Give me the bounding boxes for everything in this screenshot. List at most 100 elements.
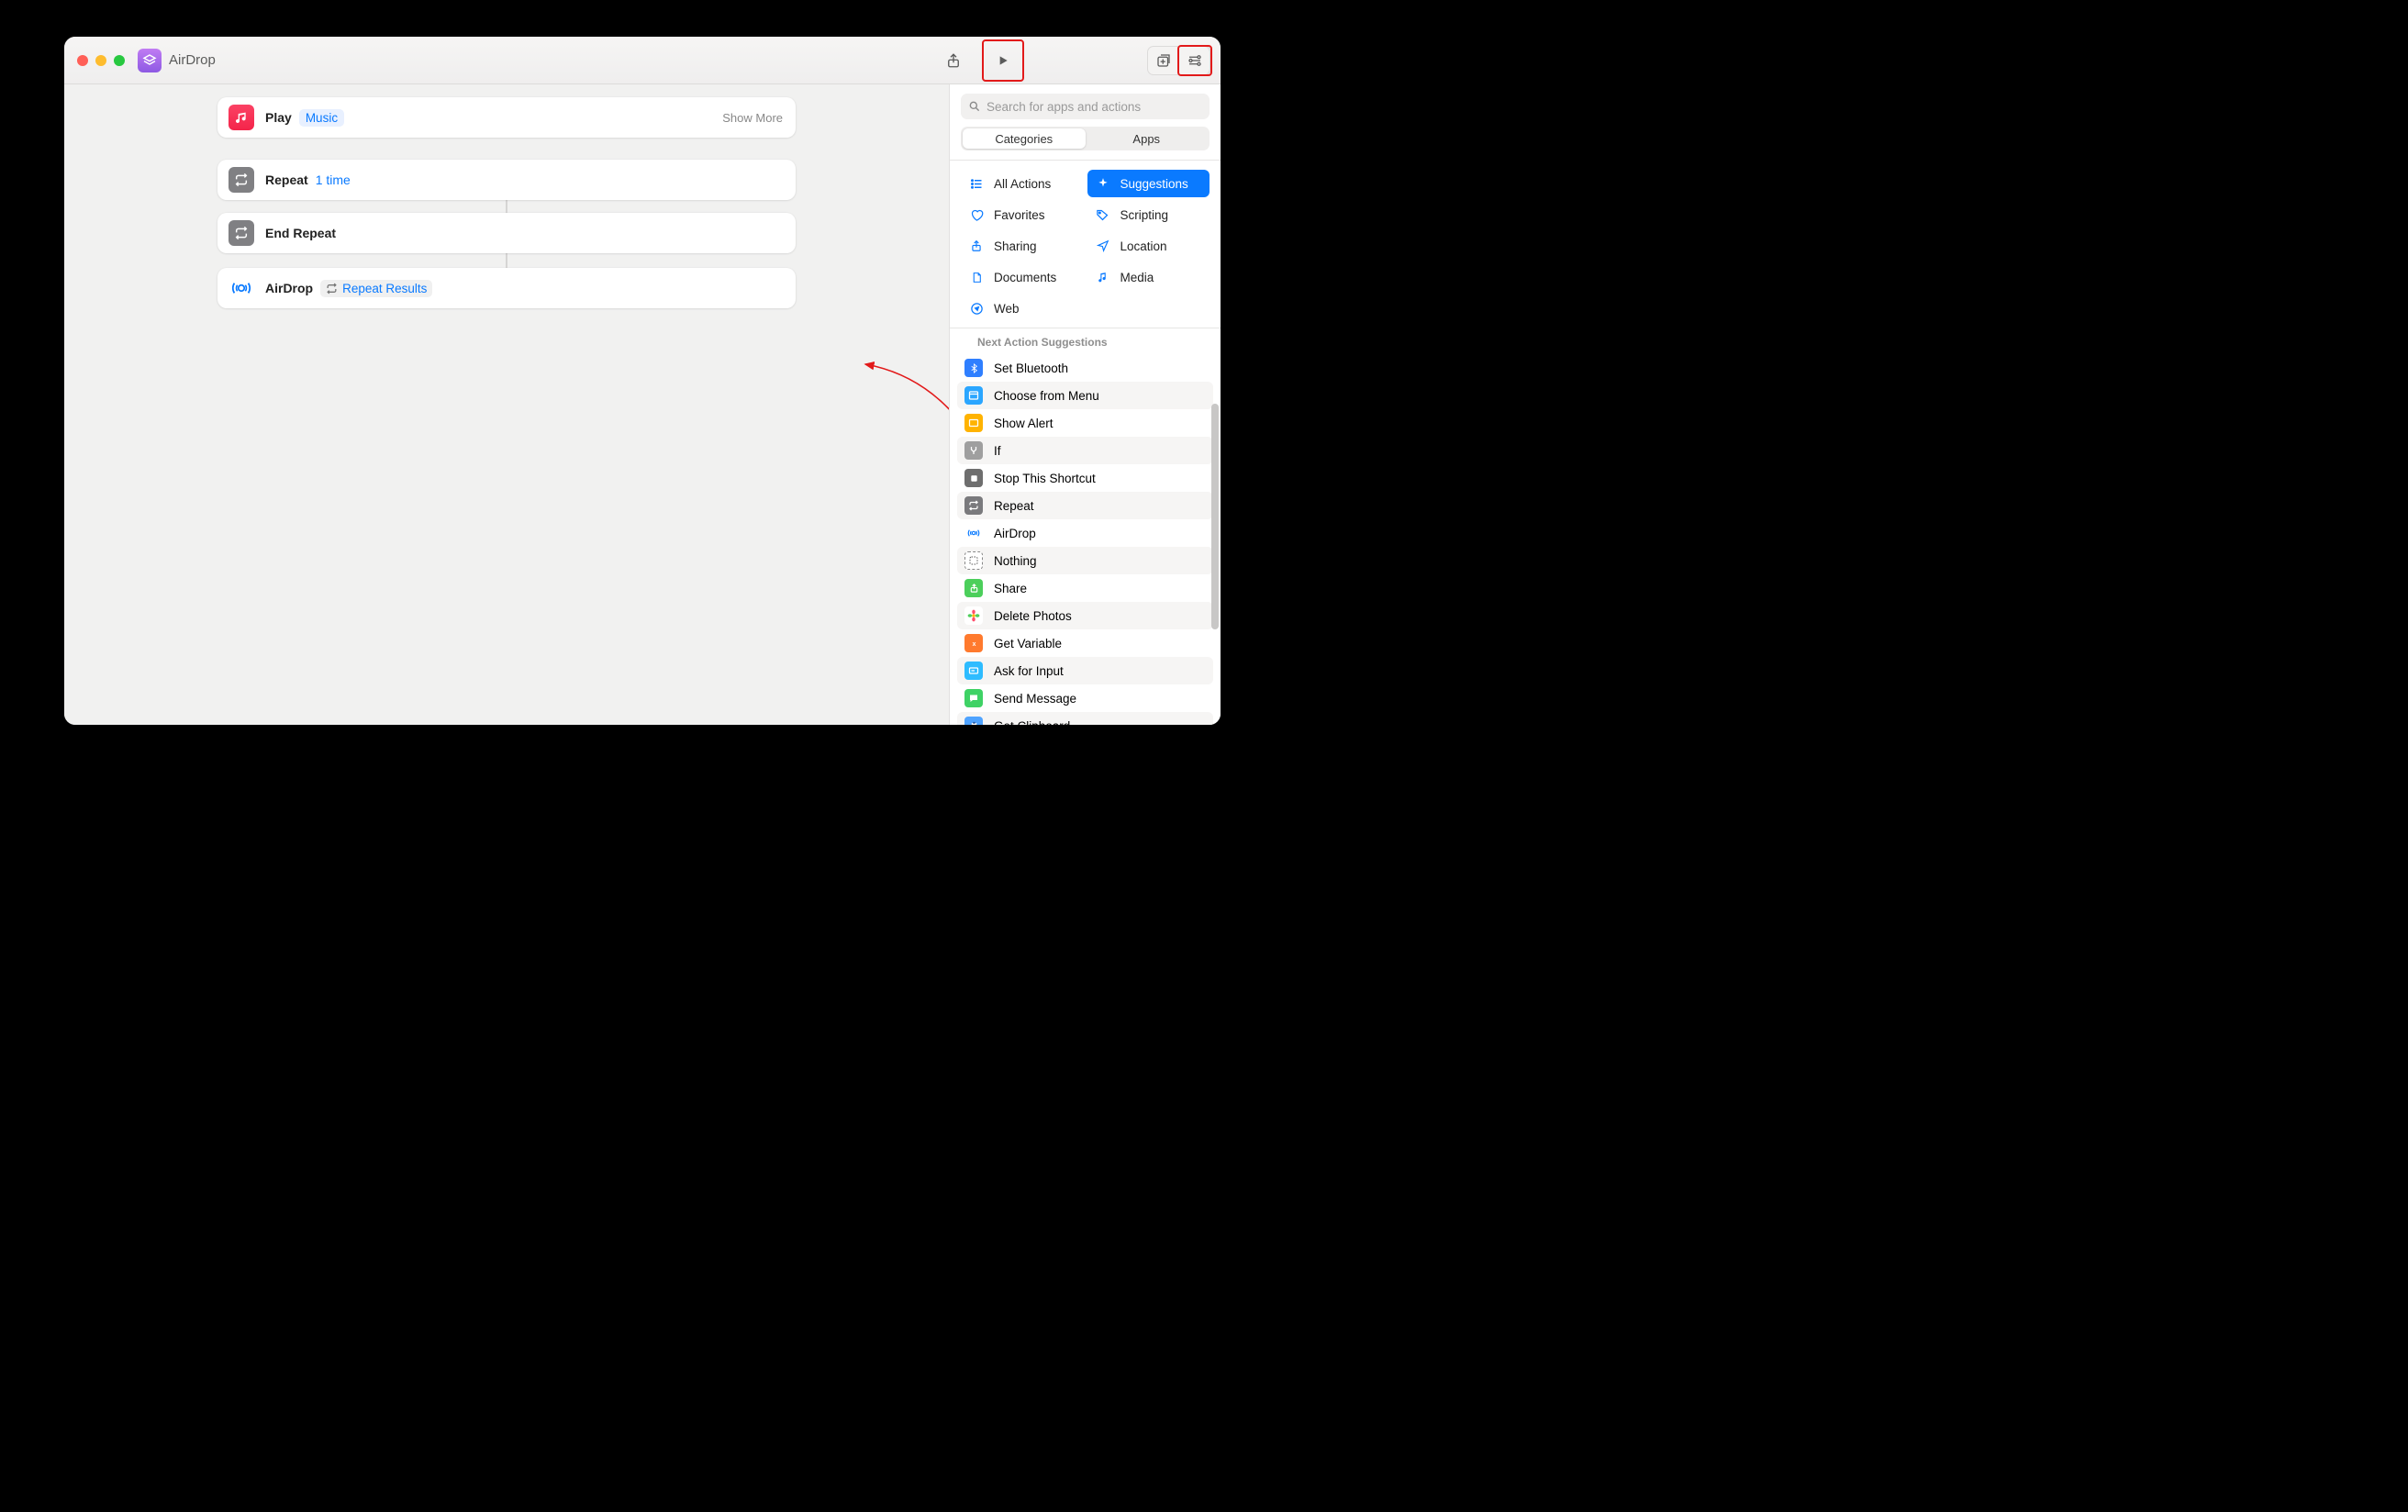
category-label: Favorites bbox=[994, 208, 1045, 222]
alert-icon bbox=[964, 414, 983, 432]
share-button[interactable] bbox=[936, 45, 971, 76]
suggestion-delete-photos[interactable]: Delete Photos bbox=[957, 602, 1213, 629]
category-suggestions[interactable]: Suggestions bbox=[1087, 170, 1210, 197]
shortcut-icon bbox=[138, 49, 162, 72]
library-add-button[interactable] bbox=[1148, 47, 1179, 74]
suggestion-get-variable[interactable]: x Get Variable bbox=[957, 629, 1213, 657]
suggestion-label: Get Variable bbox=[994, 637, 1062, 650]
repeat-icon bbox=[229, 167, 254, 193]
suggestion-label: Delete Photos bbox=[994, 609, 1072, 623]
suggestion-send-message[interactable]: Send Message bbox=[957, 684, 1213, 712]
workflow-canvas[interactable]: Play Music Show More Repeat 1 time End R… bbox=[64, 84, 949, 725]
connector-line bbox=[506, 253, 507, 268]
share-icon bbox=[968, 239, 985, 252]
photos-icon bbox=[964, 606, 983, 625]
music-app-icon bbox=[229, 105, 254, 130]
sidebar-scrollbar[interactable] bbox=[1211, 404, 1219, 629]
suggestion-share[interactable]: Share bbox=[957, 574, 1213, 602]
nav-arrow-icon bbox=[1095, 239, 1111, 252]
action-airdrop[interactable]: AirDrop Repeat Results bbox=[217, 268, 796, 308]
action-repeat[interactable]: Repeat 1 time bbox=[217, 160, 796, 200]
actions-sidebar: Categories Apps All ActionsSuggestions Fa… bbox=[949, 84, 1221, 725]
run-highlight bbox=[982, 39, 1024, 82]
action-play[interactable]: Play Music Show More bbox=[217, 97, 796, 138]
suggestion-label: If bbox=[994, 444, 1001, 458]
repeat-icon bbox=[229, 220, 254, 246]
suggestion-label: Show Alert bbox=[994, 417, 1054, 430]
var-icon: x bbox=[964, 634, 983, 652]
suggestion-label: Set Bluetooth bbox=[994, 361, 1068, 375]
shortcut-title: AirDrop bbox=[169, 52, 216, 68]
suggestion-nothing[interactable]: Nothing bbox=[957, 547, 1213, 574]
tag-icon bbox=[1095, 208, 1111, 222]
suggestion-airdrop[interactable]: AirDrop bbox=[957, 519, 1213, 547]
sparkle-icon bbox=[1095, 177, 1111, 190]
search-icon bbox=[968, 100, 981, 113]
category-label: Documents bbox=[994, 271, 1056, 284]
suggestion-label: Ask for Input bbox=[994, 664, 1064, 678]
doc-icon bbox=[968, 271, 985, 284]
category-web[interactable]: Web bbox=[961, 295, 1084, 322]
bluetooth-icon bbox=[964, 359, 983, 377]
fullscreen-window-button[interactable] bbox=[114, 55, 125, 66]
heart-icon bbox=[968, 208, 985, 222]
search-field[interactable] bbox=[961, 94, 1210, 119]
suggestion-repeat[interactable]: Repeat bbox=[957, 492, 1213, 519]
airdrop-icon bbox=[229, 275, 254, 301]
category-label: Location bbox=[1120, 239, 1167, 253]
suggestion-stop-this-shortcut[interactable]: Stop This Shortcut bbox=[957, 464, 1213, 492]
airdrop-input-token[interactable]: Repeat Results bbox=[320, 280, 432, 297]
inspector-toggle-button[interactable] bbox=[1179, 47, 1210, 74]
connector-line bbox=[506, 200, 507, 213]
suggestion-ask-for-input[interactable]: Ask for Input bbox=[957, 657, 1213, 684]
stop-icon bbox=[964, 469, 983, 487]
music-note-icon bbox=[1095, 271, 1111, 284]
category-documents[interactable]: Documents bbox=[961, 263, 1084, 291]
search-input[interactable] bbox=[987, 100, 1202, 114]
suggestion-choose-from-menu[interactable]: Choose from Menu bbox=[957, 382, 1213, 409]
suggestion-label: Choose from Menu bbox=[994, 389, 1099, 403]
action-label: End Repeat bbox=[265, 226, 336, 240]
repeat-count-token[interactable]: 1 time bbox=[316, 172, 351, 187]
suggestion-label: Repeat bbox=[994, 499, 1034, 513]
action-label: Repeat bbox=[265, 172, 308, 187]
svg-text:x: x bbox=[972, 640, 975, 647]
share-icon bbox=[964, 579, 983, 597]
run-button[interactable] bbox=[986, 45, 1020, 76]
action-label: AirDrop bbox=[265, 281, 313, 295]
category-sharing[interactable]: Sharing bbox=[961, 232, 1084, 260]
menu-icon bbox=[964, 386, 983, 405]
minimize-window-button[interactable] bbox=[95, 55, 106, 66]
message-icon bbox=[964, 689, 983, 707]
tab-categories[interactable]: Categories bbox=[963, 128, 1086, 149]
suggestion-get-clipboard[interactable]: Get Clipboard bbox=[957, 712, 1213, 725]
category-scripting[interactable]: Scripting bbox=[1087, 201, 1210, 228]
nothing-icon bbox=[964, 551, 983, 570]
close-window-button[interactable] bbox=[77, 55, 88, 66]
suggestion-show-alert[interactable]: Show Alert bbox=[957, 409, 1213, 437]
window-controls bbox=[77, 55, 125, 66]
suggestion-if[interactable]: If bbox=[957, 437, 1213, 464]
category-favorites[interactable]: Favorites bbox=[961, 201, 1084, 228]
list-icon bbox=[968, 177, 985, 191]
category-media[interactable]: Media bbox=[1087, 263, 1210, 291]
category-all-actions[interactable]: All Actions bbox=[961, 170, 1084, 197]
suggestion-set-bluetooth[interactable]: Set Bluetooth bbox=[957, 354, 1213, 382]
suggestion-label: Get Clipboard bbox=[994, 719, 1070, 726]
repeat-icon bbox=[964, 496, 983, 515]
action-label: Play bbox=[265, 110, 292, 125]
suggestion-label: Stop This Shortcut bbox=[994, 472, 1096, 485]
play-music-token[interactable]: Music bbox=[299, 109, 344, 127]
show-more-button[interactable]: Show More bbox=[722, 111, 783, 125]
category-location[interactable]: Location bbox=[1087, 232, 1210, 260]
airdrop-token-text: Repeat Results bbox=[342, 282, 427, 295]
repeat-glyph-icon bbox=[326, 283, 338, 295]
red-arrow-annotation bbox=[858, 355, 949, 626]
category-label: Media bbox=[1120, 271, 1154, 284]
app-window: AirDrop bbox=[64, 37, 1221, 725]
tab-apps[interactable]: Apps bbox=[1086, 128, 1209, 149]
action-end-repeat[interactable]: End Repeat bbox=[217, 213, 796, 253]
suggestions-header: Next Action Suggestions bbox=[950, 328, 1221, 354]
titlebar: AirDrop bbox=[64, 37, 1221, 84]
suggestion-label: Nothing bbox=[994, 554, 1037, 568]
